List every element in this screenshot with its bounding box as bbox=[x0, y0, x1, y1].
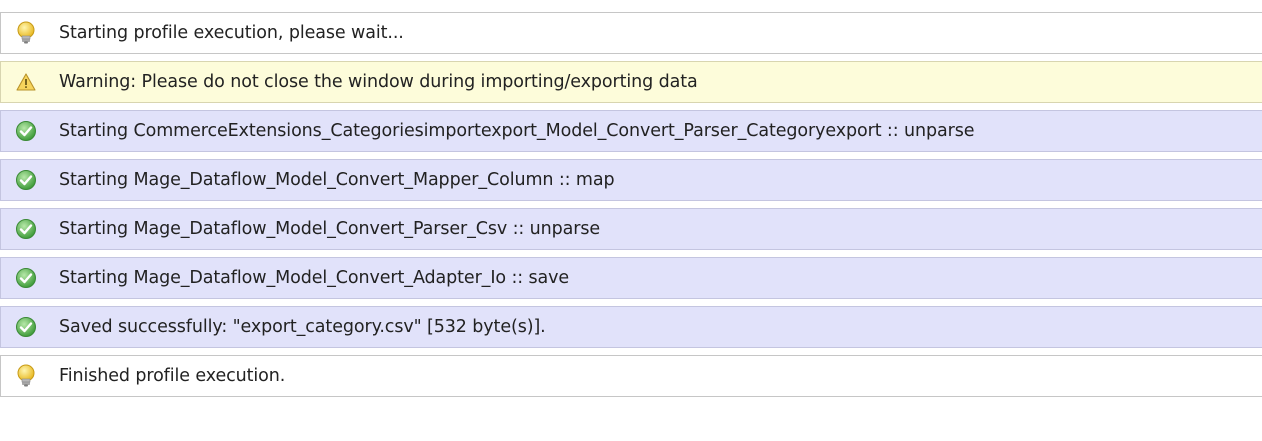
message-row: Starting Mage_Dataflow_Model_Convert_Map… bbox=[0, 159, 1262, 201]
success-icon bbox=[13, 167, 39, 193]
message-text: Saved successfully: "export_category.csv… bbox=[59, 317, 546, 337]
message-text: Starting profile execution, please wait.… bbox=[59, 23, 404, 43]
message-text: Starting Mage_Dataflow_Model_Convert_Ada… bbox=[59, 268, 570, 288]
message-text: Finished profile execution. bbox=[59, 366, 286, 386]
message-row: Finished profile execution. bbox=[0, 355, 1262, 397]
message-text: Starting Mage_Dataflow_Model_Convert_Map… bbox=[59, 170, 615, 190]
message-row: Starting profile execution, please wait.… bbox=[0, 12, 1262, 54]
message-row: Starting Mage_Dataflow_Model_Convert_Ada… bbox=[0, 257, 1262, 299]
warning-icon bbox=[13, 69, 39, 95]
success-icon bbox=[13, 314, 39, 340]
message-row: Starting CommerceExtensions_Categoriesim… bbox=[0, 110, 1262, 152]
success-icon bbox=[13, 265, 39, 291]
profile-execution-log: Starting profile execution, please wait.… bbox=[0, 12, 1262, 404]
message-row: Warning: Please do not close the window … bbox=[0, 61, 1262, 103]
message-row: Starting Mage_Dataflow_Model_Convert_Par… bbox=[0, 208, 1262, 250]
lightbulb-icon bbox=[13, 363, 39, 389]
lightbulb-icon bbox=[13, 20, 39, 46]
message-text: Starting CommerceExtensions_Categoriesim… bbox=[59, 121, 975, 141]
message-text: Warning: Please do not close the window … bbox=[59, 72, 698, 92]
message-text: Starting Mage_Dataflow_Model_Convert_Par… bbox=[59, 219, 601, 239]
message-row: Saved successfully: "export_category.csv… bbox=[0, 306, 1262, 348]
success-icon bbox=[13, 118, 39, 144]
success-icon bbox=[13, 216, 39, 242]
